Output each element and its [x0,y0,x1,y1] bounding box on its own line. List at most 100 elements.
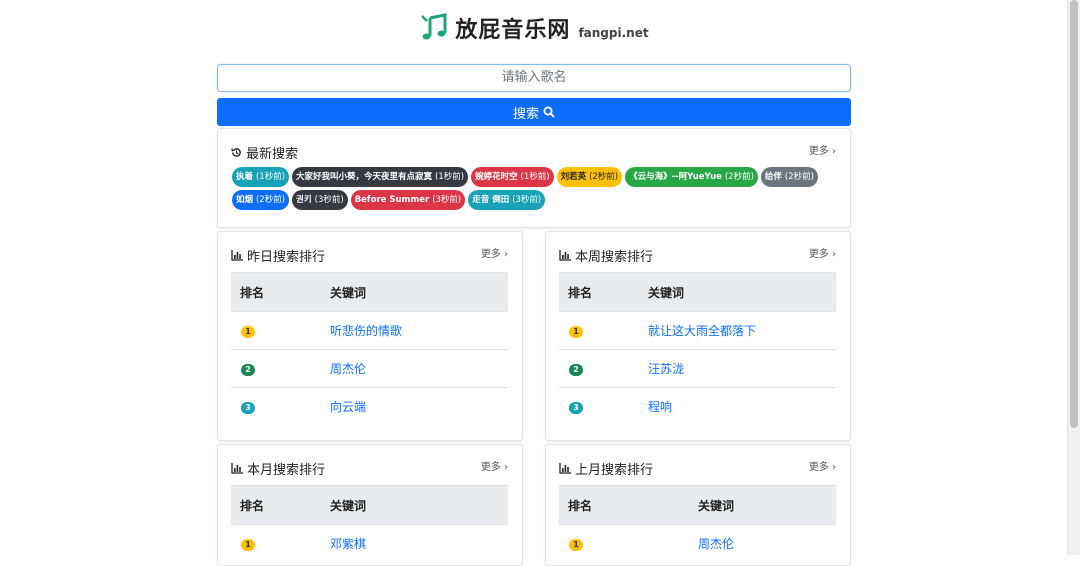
rank-column-header: 排名 [559,485,697,525]
search-tag-term: 走音 倒田 [472,195,510,205]
rank-more-link[interactable]: 更多 › [481,245,508,260]
keyword-cell: 周杰伦 [329,349,508,388]
rank-more-link[interactable]: 更多 › [809,245,836,260]
keyword-cell: 向云端 [329,387,508,425]
search-button[interactable]: 搜索 [217,98,851,126]
page-scrollbar[interactable] [1067,0,1080,555]
search-icon [543,106,555,118]
bar-chart-icon [559,463,571,474]
rank-badge: 1 [241,326,255,338]
rank-table: 排名 关键词 1 就让这大雨全都落下 2 汪苏泷 3 程响 [559,272,836,425]
keyword-cell: 汪苏泷 [647,349,836,388]
scrollbar-thumb[interactable] [1070,0,1078,428]
keyword-cell: 邓紫棋 [329,524,508,562]
table-row: 1 邓紫棋 [231,524,508,562]
latest-more-link[interactable]: 更多 › [809,142,836,157]
rank-badge: 3 [241,402,255,414]
rank-column-header: 排名 [231,272,329,312]
yesterday-rank-card: 昨日搜索排行 更多 › 排名 关键词 1 听悲伤的情歌 2 周杰伦 3 向云端 [217,231,523,441]
rank-more-link[interactable]: 更多 › [809,458,836,473]
keyword-link[interactable]: 周杰伦 [330,362,366,376]
rank-cell: 3 [559,387,647,425]
search-tag-term: 《云与海》--阿YueYue [629,172,722,182]
bar-chart-icon [559,250,571,261]
keyword-link[interactable]: 邓紫棋 [330,537,366,551]
rank-card-title-text: 本周搜索排行 [575,250,654,265]
search-tag-time: (2秒前) [255,195,286,205]
search-tag-term: 婉婷花时空 [475,172,518,182]
search-tag[interactable]: 走音 倒田 (3秒前) [468,190,546,210]
rank-table-header: 排名 关键词 [231,485,508,525]
rank-cell: 1 [559,311,647,350]
search-tag-term: 如烟 [236,195,254,205]
search-button-label: 搜索 [512,106,539,122]
keyword-cell: 就让这大雨全都落下 [647,311,836,350]
latest-search-title-text: 最新搜索 [246,147,299,162]
search-placeholder: 请输入歌名 [501,70,567,85]
keyword-cell: 听悲伤的情歌 [329,311,508,350]
week-rank-card: 本周搜索排行 更多 › 排名 关键词 1 就让这大雨全都落下 2 汪苏泷 3 程响 [545,231,851,441]
rank-badge: 1 [569,539,583,551]
rank-card-title: 昨日搜索排行 [231,246,325,265]
month-rank-card: 本月搜索排行 更多 › 排名 关键词 1 邓紫棋 [217,444,523,566]
search-tag-term: 给伴 [764,172,782,182]
search-tag-term: 권키 [296,195,312,205]
rank-table: 排名 关键词 1 周杰伦 [559,485,836,562]
search-tag[interactable]: Before Summer (3秒前) [350,190,466,210]
rank-badge: 1 [241,539,255,551]
rank-card-title-text: 本月搜索排行 [247,463,326,478]
search-tag-term: Before Summer [354,195,430,205]
search-tag[interactable]: 给伴 (2秒前) [760,167,818,187]
rank-cell: 2 [559,349,647,388]
search-tag-term: 执着 [236,172,254,182]
rank-table-header: 排名 关键词 [231,272,508,312]
search-tag[interactable]: 《云与海》--阿YueYue (2秒前) [625,167,758,187]
site-header: 放屁音乐网 fangpi.net [0,8,1068,48]
rank-card-title-text: 昨日搜索排行 [247,250,326,265]
search-tag[interactable]: 执着 (1秒前) [232,167,290,187]
table-row: 2 汪苏泷 [559,349,836,388]
rank-more-link[interactable]: 更多 › [481,458,508,473]
search-tag[interactable]: 刘若英 (2秒前) [556,167,623,187]
rank-cell: 1 [231,311,329,350]
search-tag[interactable]: 如烟 (2秒前) [232,190,290,210]
keyword-column-header: 关键词 [329,485,508,525]
keyword-link[interactable]: 听悲伤的情歌 [330,324,402,338]
keyword-column-header: 关键词 [697,485,836,525]
history-icon [231,148,241,157]
site-domain: fangpi.net [578,26,649,40]
keyword-link[interactable]: 就让这大雨全都落下 [648,324,756,338]
keyword-link[interactable]: 向云端 [330,400,366,414]
lastmonth-rank-card: 上月搜索排行 更多 › 排名 关键词 1 周杰伦 [545,444,851,566]
latest-search-title: 最新搜索 [231,143,298,162]
rank-column-header: 排名 [231,485,329,525]
search-tag[interactable]: 婉婷花时空 (1秒前) [471,167,554,187]
keyword-link[interactable]: 汪苏泷 [648,362,684,376]
rank-badge: 1 [569,326,583,338]
rank-table: 排名 关键词 1 邓紫棋 [231,485,508,562]
rank-table-header: 排名 关键词 [559,485,836,525]
search-tag-time: (3秒前) [512,195,542,205]
rank-table-header: 排名 关键词 [559,272,836,312]
table-row: 1 听悲伤的情歌 [231,311,508,350]
rank-cell: 3 [231,387,329,425]
keyword-link[interactable]: 程响 [648,400,672,414]
site-brand[interactable]: 放屁音乐网 [455,12,570,44]
latest-search-card: 最新搜索 更多 › 执着 (1秒前) 大家好我叫小葵，今天夜里有点寂寞 (1秒前)… [217,128,851,228]
search-tag-term: 刘若英 [560,172,587,182]
keyword-link[interactable]: 周杰伦 [698,537,734,551]
rank-cell: 1 [559,524,697,562]
rank-card-title-text: 上月搜索排行 [575,463,654,478]
search-tag-time: (3秒前) [432,195,462,205]
more-label: 更多 [808,146,829,157]
table-row: 1 就让这大雨全都落下 [559,311,836,350]
search-tag[interactable]: 大家好我叫小葵，今天夜里有点寂寞 (1秒前) [292,167,469,187]
music-note-icon [421,13,447,40]
search-tag[interactable]: 권키 (3秒前) [292,190,348,210]
rank-cell: 1 [231,524,329,562]
search-input[interactable]: 请输入歌名 [217,64,851,92]
table-row: 3 向云端 [231,387,508,425]
search-tag-time: (3秒前) [314,195,344,205]
table-row: 1 周杰伦 [559,524,836,562]
more-label: 更多 [808,249,829,260]
